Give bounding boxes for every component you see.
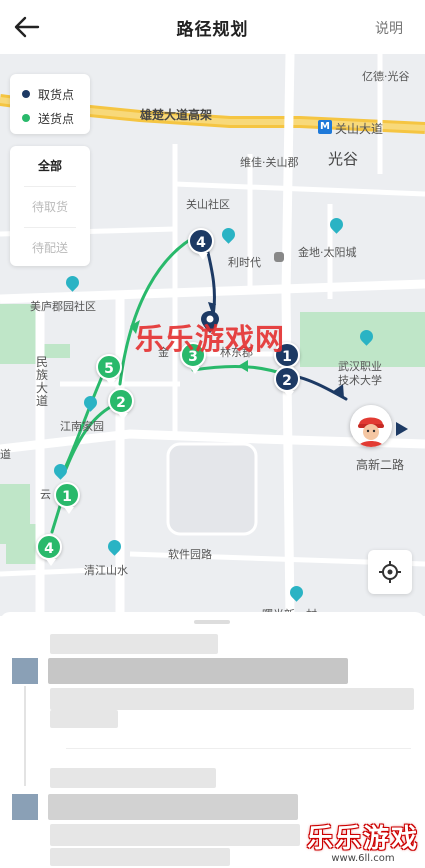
map-view[interactable]: 亿德·光谷 雄楚大道高架 M 关山大道 维佳·关山郡 光谷 关山社区 金地·太阳… (0, 54, 425, 616)
map-label-meilu: 美庐郡园社区 (30, 300, 96, 313)
locate-button[interactable] (368, 550, 412, 594)
delivery-marker-2[interactable]: 2 (108, 388, 134, 420)
metro-icon: M (318, 120, 332, 134)
blurred-text (50, 824, 300, 846)
order-sheet[interactable]: 乐乐游戏 www.6ll.com (0, 612, 425, 868)
map-label-metro: 关山大道 (335, 122, 384, 136)
map-label-college: 武汉职业 技术大学 (338, 360, 382, 387)
map-label-gaoxin-road: 高新二路 (356, 458, 405, 472)
heading-arrow-icon (396, 422, 408, 436)
timeline-line (24, 686, 26, 786)
map-label-time: 利时代 (228, 256, 261, 269)
delivery-dot-icon (22, 114, 30, 122)
blurred-text (48, 658, 348, 684)
watermark-text: 乐乐游戏网 (135, 322, 286, 356)
map-label-dao: 道 (0, 448, 11, 461)
divider (66, 748, 411, 749)
filter-pending-delivery[interactable]: 待配送 (10, 228, 90, 268)
map-label-jiangnan: 江南家园 (60, 420, 104, 433)
drag-handle[interactable] (194, 620, 230, 624)
blurred-text (50, 768, 216, 788)
blurred-text (50, 634, 218, 654)
delivery-marker-1[interactable]: 1 (54, 482, 80, 514)
map-legend: 取货点 送货点 (10, 74, 90, 134)
top-bar: 路径规划 说明 (0, 0, 425, 54)
route-planning-screen: 路径规划 说明 亿德·光谷 雄楚大道高架 M 关山大道 维佳·关山郡 光谷 关山… (0, 0, 425, 868)
timeline-node (12, 658, 38, 684)
map-label-weijia: 维佳·关山郡 (240, 156, 299, 169)
locate-icon (379, 561, 401, 583)
filter-all[interactable]: 全部 (10, 146, 90, 186)
pickup-dot-icon (22, 90, 30, 98)
pickup-marker-4[interactable]: 4 (188, 228, 214, 260)
arrow-left-icon (14, 16, 40, 38)
blurred-text (48, 794, 298, 820)
poi-gray-icon (274, 252, 284, 262)
blurred-text (50, 688, 414, 710)
brand-name: 乐乐游戏 (306, 824, 419, 854)
blurred-text (50, 848, 230, 866)
timeline-node (12, 794, 38, 820)
map-label-yide: 亿德·光谷 (362, 70, 410, 83)
map-label-guanshan: 关山社区 (186, 198, 230, 211)
map-label-minzu: 民 族 大 道 (36, 355, 49, 408)
legend-pickup: 取货点 (22, 82, 90, 106)
pickup-marker-2[interactable]: 2 (274, 366, 300, 398)
map-label-software-road: 软件园路 (168, 548, 212, 561)
brand-watermark: 乐乐游戏 www.6ll.com (307, 818, 419, 864)
legend-delivery: 送货点 (22, 106, 90, 130)
rider-avatar-icon[interactable] (350, 405, 392, 447)
delivery-marker-4[interactable]: 4 (36, 534, 62, 566)
back-button[interactable] (10, 10, 44, 44)
map-label-xiongchu-road: 雄楚大道高架 (140, 108, 213, 122)
map-label-yun: 云 (40, 488, 51, 501)
status-filter: 全部 待取货 待配送 (10, 146, 90, 266)
map-label-guanggu: 光谷 (328, 150, 359, 168)
page-title: 路径规划 (176, 19, 249, 40)
map-label-jindi: 金地·太阳城 (298, 246, 357, 259)
delivery-marker-5[interactable]: 5 (96, 354, 122, 386)
help-button[interactable]: 说明 (375, 18, 403, 38)
legend-delivery-label: 送货点 (38, 111, 75, 126)
blurred-text (50, 710, 118, 728)
map-label-qingjiang: 清江山水 (84, 564, 128, 577)
filter-pending-pickup[interactable]: 待取货 (10, 187, 90, 227)
legend-pickup-label: 取货点 (38, 87, 75, 102)
